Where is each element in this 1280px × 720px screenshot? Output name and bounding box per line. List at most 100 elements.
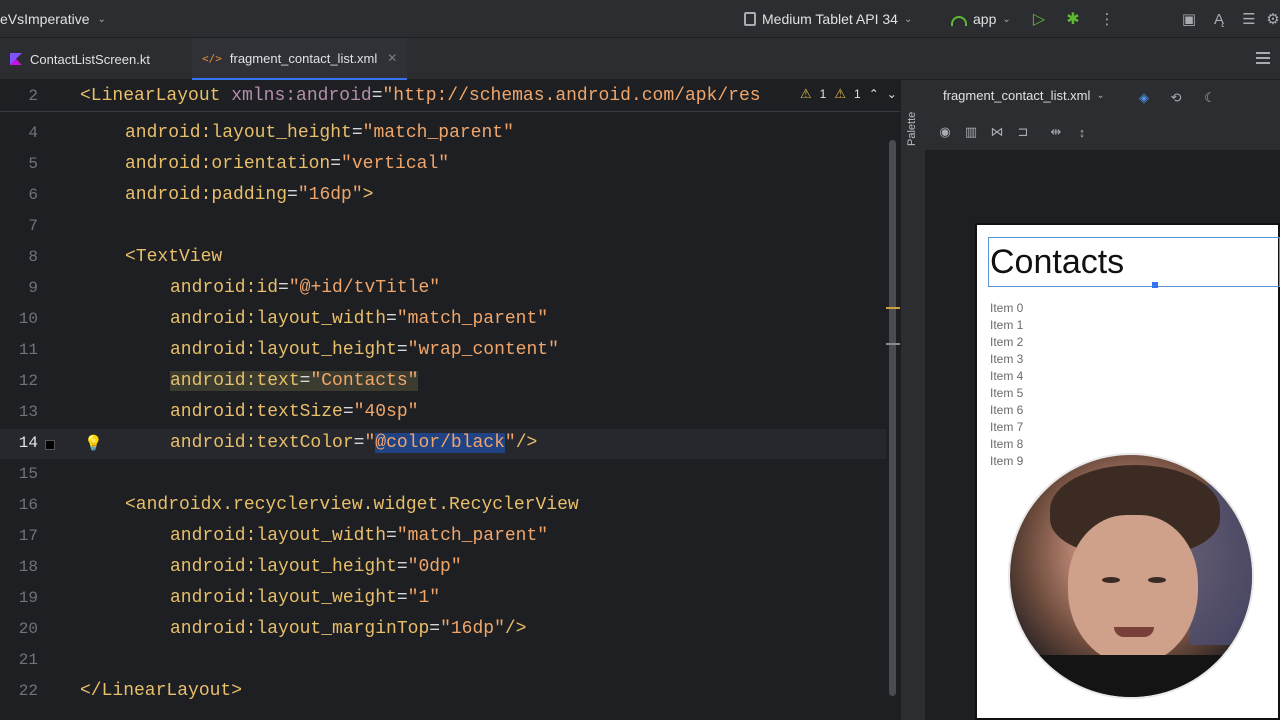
code-attr: android:layout_height bbox=[125, 123, 352, 143]
columns-icon[interactable]: ▥ bbox=[961, 122, 981, 142]
code-tag: <TextView bbox=[125, 247, 223, 267]
code-eq: = bbox=[429, 619, 441, 639]
night-mode-icon[interactable]: ☾ bbox=[1200, 88, 1220, 108]
code-eq: = bbox=[396, 557, 408, 577]
align-icon[interactable]: ⊐ bbox=[1013, 122, 1033, 142]
resize-handle[interactable] bbox=[1152, 282, 1158, 288]
tablet-icon bbox=[744, 12, 756, 26]
preview-list-item: Item 0 bbox=[990, 301, 1024, 315]
chevron-down-icon[interactable]: ⌄ bbox=[887, 87, 897, 101]
presenter-mouth bbox=[1114, 627, 1154, 637]
settings-icon[interactable]: ⚙ bbox=[1262, 0, 1280, 38]
tab-contact-list-screen[interactable]: ContactListScreen.kt bbox=[0, 38, 160, 80]
code-tag-end: /> bbox=[504, 619, 527, 639]
palette-strip bbox=[900, 80, 925, 720]
run-config-selector[interactable]: app ⌄ bbox=[951, 0, 1011, 38]
preview-list-item: Item 6 bbox=[990, 403, 1024, 417]
line-number: 21 bbox=[18, 651, 38, 669]
code-tag: </LinearLayout bbox=[80, 681, 232, 701]
presenter-eye bbox=[1102, 577, 1120, 583]
code-line: android:text="Contacts" bbox=[170, 370, 419, 392]
inspection-widget[interactable]: ⚠ 1 ⚠ 1 ⌃ ⌄ bbox=[800, 86, 897, 102]
horizontal-space-icon[interactable]: ⇹ bbox=[1046, 122, 1066, 142]
presenter-shirt bbox=[1010, 655, 1252, 697]
chevron-down-icon: ⌄ bbox=[1096, 90, 1105, 101]
code-eq: = bbox=[342, 402, 354, 422]
line-number: 22 bbox=[18, 682, 38, 700]
layers-icon[interactable]: ◈ bbox=[1134, 88, 1154, 108]
code-value: "match_parent" bbox=[396, 309, 549, 329]
preview-list-item: Item 1 bbox=[990, 318, 1024, 332]
code-eq: = bbox=[371, 86, 383, 106]
close-icon[interactable]: ✕ bbox=[387, 51, 397, 65]
chevron-down-icon: ⌄ bbox=[1002, 13, 1011, 25]
code-value: "16dp" bbox=[440, 619, 505, 639]
code-selection: @color/black bbox=[375, 433, 505, 453]
run-icon[interactable]: ▷ bbox=[1028, 0, 1050, 38]
vertical-space-icon[interactable]: ↕ bbox=[1072, 122, 1092, 142]
layout-file-selector[interactable]: fragment_contact_list.xml ⌄ bbox=[943, 88, 1105, 103]
breakpoint-marker[interactable] bbox=[45, 440, 55, 450]
device-manager-icon[interactable]: ▣ bbox=[1178, 0, 1200, 38]
code-attr: android:layout_width bbox=[170, 526, 387, 546]
code-line: android:id="@+id/tvTitle" bbox=[170, 277, 440, 299]
preview-list-item: Item 9 bbox=[990, 454, 1024, 468]
run-config-name: app bbox=[973, 11, 997, 27]
code-line: android:orientation="vertical" bbox=[125, 153, 449, 175]
project-selector[interactable]: eVsImperative ⌄ bbox=[0, 0, 106, 38]
orientation-icon[interactable]: ⟲ bbox=[1166, 88, 1186, 108]
preview-list-item: Item 4 bbox=[990, 369, 1024, 383]
more-icon[interactable]: ⋮ bbox=[1096, 0, 1118, 38]
code-tag: <androidx.recyclerview.widget.RecyclerVi… bbox=[125, 495, 579, 515]
device-selector[interactable]: Medium Tablet API 34 ⌄ bbox=[744, 0, 912, 38]
preview-list-item: Item 5 bbox=[990, 386, 1024, 400]
editor-scrollbar[interactable] bbox=[889, 140, 896, 696]
presenter-face bbox=[1068, 515, 1198, 665]
tab-fragment-contact-list[interactable]: </> fragment_contact_list.xml ✕ bbox=[192, 38, 408, 80]
code-attr: android:layout_width bbox=[170, 309, 387, 329]
code-eq: = bbox=[386, 526, 397, 546]
code-eq: = bbox=[330, 154, 342, 174]
warning-stripe-mark[interactable] bbox=[886, 307, 900, 309]
line-number: 14 bbox=[18, 434, 38, 452]
hamburger-menu-icon[interactable] bbox=[1256, 52, 1270, 64]
debug-icon[interactable]: ✱ bbox=[1062, 0, 1084, 38]
code-eq: = bbox=[396, 340, 408, 360]
kotlin-file-icon bbox=[10, 53, 22, 65]
preview-list-item: Item 2 bbox=[990, 335, 1024, 349]
code-attr: android:padding bbox=[125, 185, 288, 205]
code-line: android:padding="16dp"> bbox=[125, 184, 373, 206]
magnet-icon[interactable]: ⋈ bbox=[987, 122, 1007, 142]
list-icon[interactable]: ☰ bbox=[1238, 0, 1260, 38]
palette-tab[interactable]: Palette bbox=[906, 112, 918, 146]
code-attr: android:orientation bbox=[125, 154, 331, 174]
stripe-mark[interactable] bbox=[886, 343, 900, 345]
line-number: 11 bbox=[18, 341, 38, 359]
sticky-header: 2 <LinearLayout xmlns:android="http://sc… bbox=[0, 80, 900, 112]
code-eq: = bbox=[351, 123, 363, 143]
lightbulb-icon[interactable]: 💡 bbox=[84, 434, 103, 454]
line-number: 6 bbox=[28, 186, 38, 204]
preview-list-item: Item 7 bbox=[990, 420, 1024, 434]
eye-icon[interactable]: ◉ bbox=[935, 122, 955, 142]
editor-tab-bar: ContactListScreen.kt </> fragment_contac… bbox=[0, 38, 1280, 80]
chevron-up-icon[interactable]: ⌃ bbox=[869, 87, 879, 101]
code-value: "http://schemas.android.com/apk/res bbox=[382, 86, 761, 106]
line-number: 15 bbox=[18, 465, 38, 483]
code-eq: = bbox=[353, 433, 365, 453]
presenter-eye bbox=[1148, 577, 1166, 583]
code-attr: android:layout_height bbox=[170, 340, 397, 360]
warning-count: 1 bbox=[819, 87, 827, 101]
code-attr: android:textColor bbox=[170, 433, 354, 453]
code-tag: <LinearLayout bbox=[80, 86, 221, 106]
webcam-overlay bbox=[1008, 453, 1254, 699]
weak-warning-icon: ⚠ bbox=[834, 86, 846, 101]
code-line: android:layout_height="wrap_content" bbox=[170, 339, 559, 361]
code-line: </LinearLayout> bbox=[80, 680, 242, 702]
code-editor[interactable]: 2 <LinearLayout xmlns:android="http://sc… bbox=[0, 80, 900, 720]
code-value: "0dp" bbox=[407, 557, 462, 577]
tab-label: ContactListScreen.kt bbox=[30, 51, 150, 67]
line-number: 8 bbox=[28, 248, 38, 266]
code-value: "40sp" bbox=[353, 402, 419, 422]
translate-icon[interactable]: Ą bbox=[1208, 0, 1230, 38]
